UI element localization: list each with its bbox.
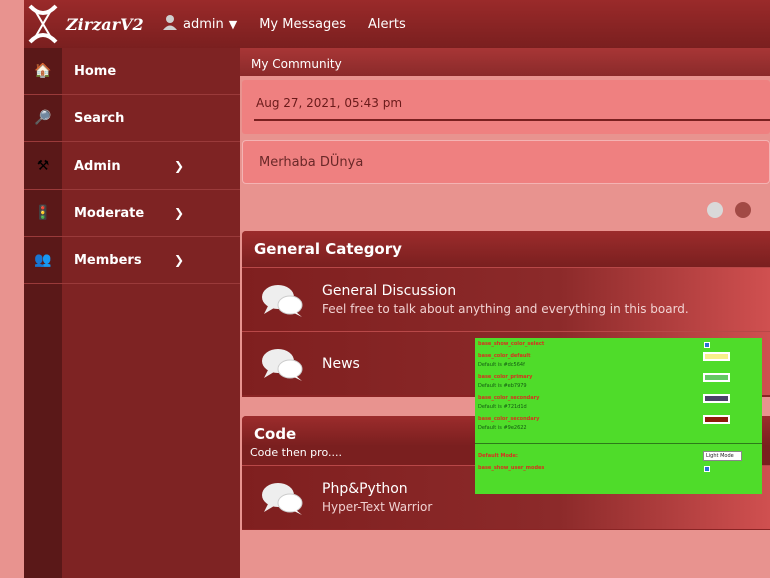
setting-default: Default is #dc564f (478, 362, 525, 368)
tools-icon: ⚒ (36, 158, 50, 174)
sidebar-item-moderate[interactable]: 🚦 Moderate ❯ (24, 190, 240, 237)
date-text: Aug 27, 2021, 05:43 pm (256, 96, 403, 110)
setting-label: base_color_default (478, 353, 531, 359)
default-mode-select[interactable]: Light Mode (703, 451, 742, 461)
chevron-down-icon[interactable]: ❯ (174, 253, 184, 267)
members-icon: 👥 (34, 252, 52, 268)
user-icon (162, 14, 178, 34)
category-title[interactable]: General Category (242, 231, 770, 267)
chat-bubbles-icon (242, 480, 322, 516)
setting-label: base_color_secondary (478, 395, 540, 401)
forum-row-general-discussion[interactable]: General Discussion Feel free to talk abo… (242, 267, 770, 331)
show-color-select-checkbox[interactable] (704, 342, 710, 348)
sidebar-item-label: Admin (74, 158, 121, 174)
chevron-down-icon[interactable]: ❯ (174, 206, 184, 220)
setting-default: Default is #9e2622 (478, 425, 527, 431)
news-message: Merhaba DÜnya (242, 140, 770, 184)
logo-icon[interactable] (24, 0, 62, 48)
sidebar-item-label: Members (74, 252, 142, 268)
forum-title[interactable]: Php&Python (322, 481, 432, 497)
sidebar-item-admin[interactable]: ⚒ Admin ❯ (24, 143, 240, 190)
alerts-link[interactable]: Alerts (368, 17, 406, 32)
color-settings-panel: base_show_color_select base_color_defaul… (475, 338, 762, 494)
sidebar: 🏠 Home 🔎 Search ⚒ Admin ❯ 🚦 Moderate ❯ 👥… (24, 48, 240, 578)
user-modes-label: base_show_user_modes (478, 465, 545, 471)
main-content: My Community Aug 27, 2021, 05:43 pm Merh… (240, 48, 770, 578)
setting-default: Default is #721d1d (478, 404, 527, 410)
color-tertiary-swatch[interactable] (703, 415, 730, 424)
show-user-modes-checkbox[interactable] (704, 466, 710, 472)
setting-label: base_color_secondary (478, 416, 540, 422)
my-messages-link[interactable]: My Messages (259, 17, 346, 32)
sidebar-item-label: Home (74, 63, 117, 79)
carousel-dot-1[interactable] (707, 202, 723, 218)
forum-description: Feel free to talk about anything and eve… (322, 302, 689, 316)
top-bar: ZirzarV2 admin ▼ My Messages Alerts (24, 0, 770, 48)
sidebar-item-home[interactable]: 🏠 Home (24, 48, 240, 95)
color-default-swatch[interactable] (703, 352, 730, 361)
divider (475, 443, 762, 444)
divider (254, 119, 770, 121)
chat-bubbles-icon (242, 282, 322, 318)
setting-default: Default is #eb7979 (478, 383, 527, 389)
caret-down-icon: ▼ (228, 17, 238, 31)
carousel-dots (707, 202, 751, 218)
forum-title[interactable]: News (322, 356, 360, 372)
sidebar-item-members[interactable]: 👥 Members ❯ (24, 237, 240, 284)
sidebar-item-label: Search (74, 110, 125, 126)
username: admin (183, 16, 224, 32)
chat-bubbles-icon (242, 346, 322, 382)
forum-description: Hyper-Text Warrior (322, 500, 433, 514)
default-mode-label: Default Mode: (478, 453, 518, 459)
traffic-light-icon: 🚦 (34, 205, 52, 221)
brand-name[interactable]: ZirzarV2 (66, 15, 150, 34)
color-secondary-swatch[interactable] (703, 394, 730, 403)
user-menu[interactable]: admin ▼ (162, 14, 237, 34)
color-primary-swatch[interactable] (703, 373, 730, 382)
chevron-down-icon[interactable]: ❯ (174, 159, 184, 173)
home-icon: 🏠 (34, 63, 52, 79)
breadcrumb[interactable]: My Community (240, 48, 770, 76)
sidebar-item-label: Moderate (74, 205, 145, 221)
search-icon: 🔎 (34, 110, 52, 126)
setting-label: base_color_primary (478, 374, 533, 380)
sidebar-item-search[interactable]: 🔎 Search (24, 95, 240, 142)
forum-title[interactable]: General Discussion (322, 283, 689, 299)
setting-label: base_show_color_select (478, 341, 545, 347)
date-banner: Aug 27, 2021, 05:43 pm (242, 80, 770, 134)
carousel-dot-2[interactable] (735, 202, 751, 218)
